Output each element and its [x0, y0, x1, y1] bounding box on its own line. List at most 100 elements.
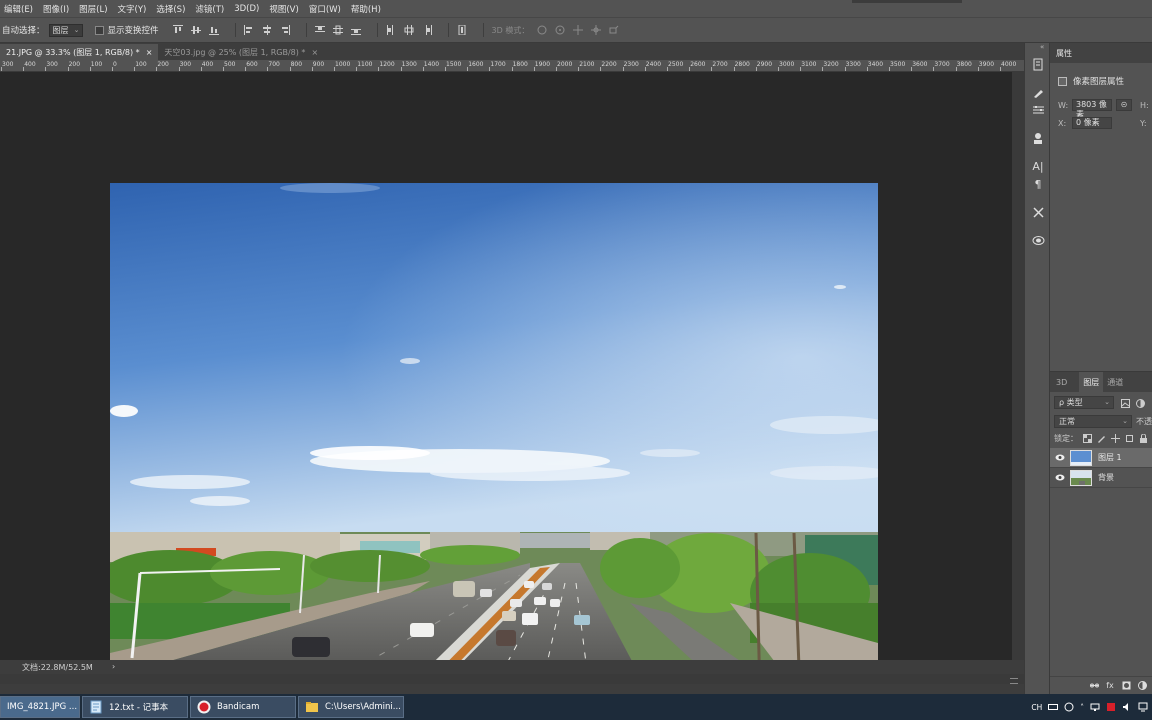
- tab-3d[interactable]: 3D: [1056, 378, 1067, 387]
- canvas-area[interactable]: [0, 72, 1012, 695]
- horizontal-ruler: 300 400 300 200 100 0 100 200 300 400 500 600 700 800…: [0, 60, 1024, 72]
- 3d-material-icon[interactable]: [1031, 233, 1045, 247]
- tab-layers[interactable]: 图层: [1079, 371, 1104, 393]
- tab-properties[interactable]: 属性: [1056, 48, 1072, 59]
- menu-3d[interactable]: 3D(D): [234, 4, 259, 14]
- taskbar-item-bandicam[interactable]: Bandicam: [190, 696, 296, 718]
- ruler-tick-label: 3200: [823, 61, 839, 68]
- collapse-arrows-icon[interactable]: «: [1040, 43, 1044, 51]
- distribute-bottom-icon[interactable]: [350, 25, 361, 35]
- menu-help[interactable]: 帮助(H): [351, 3, 381, 15]
- layer-filter-dropdown[interactable]: ρ 类型 ⌄: [1054, 396, 1114, 409]
- tool-presets-icon[interactable]: [1031, 205, 1045, 219]
- menu-image[interactable]: 图像(I): [43, 3, 69, 15]
- paragraph-icon[interactable]: ¶: [1031, 177, 1045, 191]
- align-hcenter-icon[interactable]: [262, 25, 272, 35]
- eye-icon[interactable]: [1050, 454, 1070, 461]
- adjustment-layer-icon[interactable]: [1136, 680, 1148, 692]
- width-field[interactable]: 3803 像素: [1072, 99, 1112, 119]
- align-right-icon[interactable]: [280, 25, 290, 35]
- align-left-icon[interactable]: [243, 25, 254, 35]
- system-tray: CH ˄: [1025, 694, 1152, 720]
- menu-window[interactable]: 窗口(W): [309, 3, 341, 15]
- horizontal-scrollbar[interactable]: [0, 674, 1024, 684]
- ruler-tick-mark: [911, 67, 913, 71]
- lock-artboard-icon[interactable]: [1124, 434, 1134, 444]
- close-icon[interactable]: ×: [311, 48, 318, 57]
- adjustments-icon[interactable]: [1031, 103, 1045, 117]
- menu-type[interactable]: 文字(Y): [118, 3, 147, 15]
- rotate-3d-icon[interactable]: [537, 25, 547, 35]
- tab-document-1[interactable]: 21.JPG @ 33.3% (图层 1, RGB/8) * ×: [0, 44, 159, 60]
- auto-select-dropdown[interactable]: 图层 ⌄: [48, 23, 83, 37]
- document-size-info: 文档:22.8M/52.5M: [22, 663, 93, 672]
- distribute-left-icon[interactable]: [386, 25, 396, 35]
- brush-icon[interactable]: [1031, 85, 1045, 99]
- fx-button[interactable]: fx: [1104, 680, 1116, 692]
- menu-select[interactable]: 选择(S): [156, 3, 185, 15]
- taskbar-item-photoshop[interactable]: IMG_4821.JPG ...: [0, 696, 80, 718]
- app-tray-icon[interactable]: [1106, 702, 1116, 712]
- lock-position-icon[interactable]: [1110, 434, 1120, 444]
- tab-document-2[interactable]: 天空03.jpg @ 25% (图层 1, RGB/8) * ×: [158, 44, 324, 60]
- menu-edit[interactable]: 编辑(E): [4, 3, 33, 15]
- layer-row-background[interactable]: 背景: [1050, 468, 1152, 488]
- blend-mode-dropdown[interactable]: 正常 ⌄: [1054, 415, 1132, 428]
- input-language[interactable]: CH: [1031, 703, 1042, 712]
- mode-3d-label: 3D 模式：: [491, 25, 530, 35]
- layer-row-layer1[interactable]: 图层 1: [1050, 448, 1152, 468]
- status-menu-arrow[interactable]: ›: [112, 662, 115, 671]
- align-vcenter-icon[interactable]: [190, 25, 201, 35]
- clone-source-icon[interactable]: [1031, 131, 1045, 145]
- taskbar-item-explorer[interactable]: C:\Users\Admini...: [298, 696, 404, 718]
- menu-layer[interactable]: 图层(L): [79, 3, 107, 15]
- align-top-icon[interactable]: [172, 25, 183, 35]
- auto-align-icon[interactable]: [457, 25, 467, 35]
- width-row: W: 3803 像素 ⊝ H:: [1058, 99, 1149, 119]
- monitor-icon[interactable]: [1138, 702, 1148, 712]
- history-icon[interactable]: [1031, 57, 1045, 71]
- menu-filter[interactable]: 滤镜(T): [195, 3, 224, 15]
- ruler-tick-label: 2900: [756, 61, 773, 68]
- chevron-up-icon[interactable]: ˄: [1080, 703, 1084, 712]
- align-bottom-icon[interactable]: [208, 25, 219, 35]
- lock-transparency-icon[interactable]: [1082, 434, 1092, 444]
- document-image[interactable]: [110, 183, 878, 695]
- adjustment-filter-icon[interactable]: [1135, 398, 1145, 408]
- taskbar-item-notepad[interactable]: 12.txt - 记事本: [82, 696, 188, 718]
- lock-pixels-icon[interactable]: [1096, 434, 1106, 444]
- character-icon[interactable]: A|: [1031, 159, 1045, 173]
- roll-3d-icon[interactable]: [555, 25, 565, 35]
- keyboard-icon[interactable]: [1048, 702, 1059, 712]
- distribute-hcenter-icon[interactable]: [404, 25, 414, 35]
- ruler-tick-mark: [223, 67, 224, 71]
- link-layers-icon[interactable]: [1088, 680, 1100, 692]
- menu-view[interactable]: 视图(V): [269, 3, 298, 15]
- lock-all-icon[interactable]: [1138, 434, 1148, 444]
- layer-name[interactable]: 背景: [1098, 472, 1114, 483]
- distribute-right-icon[interactable]: [422, 25, 432, 35]
- network-icon[interactable]: [1090, 702, 1100, 712]
- eye-icon[interactable]: [1050, 474, 1070, 481]
- close-icon[interactable]: ×: [146, 48, 153, 57]
- image-filter-icon[interactable]: [1120, 398, 1130, 408]
- windows-taskbar: IMG_4821.JPG ... 12.txt - 记事本 Bandicam C…: [0, 694, 1152, 720]
- link-icon[interactable]: ⊝: [1116, 99, 1132, 111]
- distribute-top-icon[interactable]: [314, 25, 325, 35]
- scale-3d-icon[interactable]: [609, 25, 619, 35]
- help-icon[interactable]: [1064, 702, 1074, 712]
- add-mask-icon[interactable]: [1120, 680, 1132, 692]
- x-field[interactable]: 0 像素: [1072, 117, 1112, 129]
- menu-bar: 编辑(E) 图像(I) 图层(L) 文字(Y) 选择(S) 滤镜(T) 3D(D…: [0, 0, 1152, 17]
- resize-grip-icon[interactable]: [1010, 678, 1018, 684]
- distribute-vcenter-icon[interactable]: [332, 25, 343, 35]
- ruler-tick-mark: [844, 67, 846, 71]
- drag-3d-icon[interactable]: [573, 25, 584, 35]
- ruler-tick-mark: [622, 67, 624, 71]
- tab-channels[interactable]: 通道: [1107, 377, 1123, 388]
- vertical-scrollbar[interactable]: [1012, 72, 1024, 660]
- show-transform-checkbox[interactable]: [94, 25, 104, 35]
- volume-icon[interactable]: [1122, 702, 1132, 712]
- layer-name[interactable]: 图层 1: [1098, 452, 1122, 463]
- slide-3d-icon[interactable]: [591, 25, 602, 35]
